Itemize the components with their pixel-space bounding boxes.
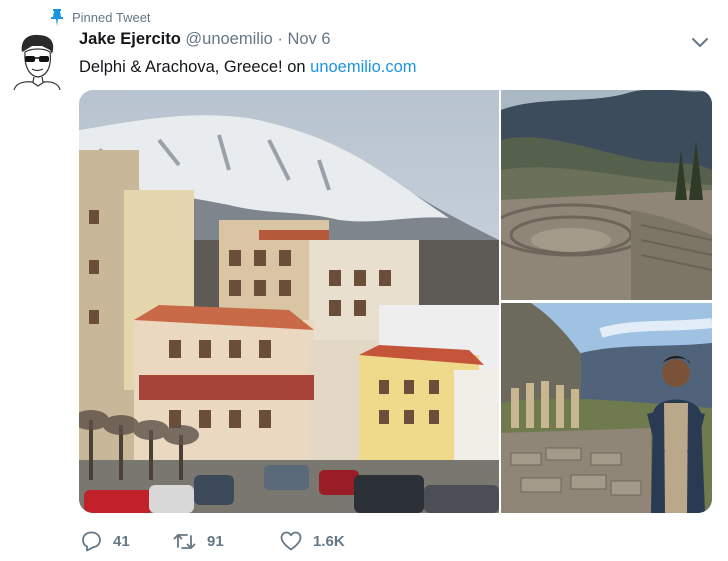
- reply-button[interactable]: 41: [79, 529, 173, 553]
- reply-icon: [82, 531, 101, 552]
- like-count: 1.6K: [313, 532, 345, 550]
- tweet-actions: 41 91 1.6K: [79, 529, 369, 553]
- media-grid: [79, 90, 712, 513]
- pin-icon: [51, 9, 63, 26]
- tweet-text-body: Delphi & Arachova, Greece! on: [79, 58, 311, 76]
- reply-count: 41: [113, 532, 130, 550]
- heart-icon: [280, 531, 302, 551]
- tweet-timestamp[interactable]: Nov 6: [287, 30, 330, 48]
- tweet-header: Jake Ejercito @unoemilio · Nov 6: [79, 30, 331, 49]
- separator: ·: [277, 30, 283, 48]
- retweet-button[interactable]: 91: [173, 529, 279, 553]
- photo-arachova[interactable]: [79, 90, 499, 513]
- retweet-icon: [173, 534, 196, 549]
- pinned-tweet-indicator: Pinned Tweet: [50, 8, 151, 26]
- pinned-label: Pinned Tweet: [72, 9, 151, 25]
- chevron-down-icon[interactable]: [690, 36, 710, 50]
- photo-delphi-theatre[interactable]: [501, 90, 712, 300]
- like-button[interactable]: 1.6K: [279, 529, 369, 553]
- author-name[interactable]: Jake Ejercito: [79, 30, 181, 48]
- author-handle[interactable]: @unoemilio: [185, 30, 272, 48]
- tweet-text: Delphi & Arachova, Greece! on unoemilio.…: [79, 58, 417, 77]
- tweet-link[interactable]: unoemilio.com: [310, 58, 416, 76]
- retweet-count: 91: [207, 532, 224, 550]
- avatar[interactable]: [12, 34, 62, 91]
- photo-delphi-temple[interactable]: [501, 303, 712, 513]
